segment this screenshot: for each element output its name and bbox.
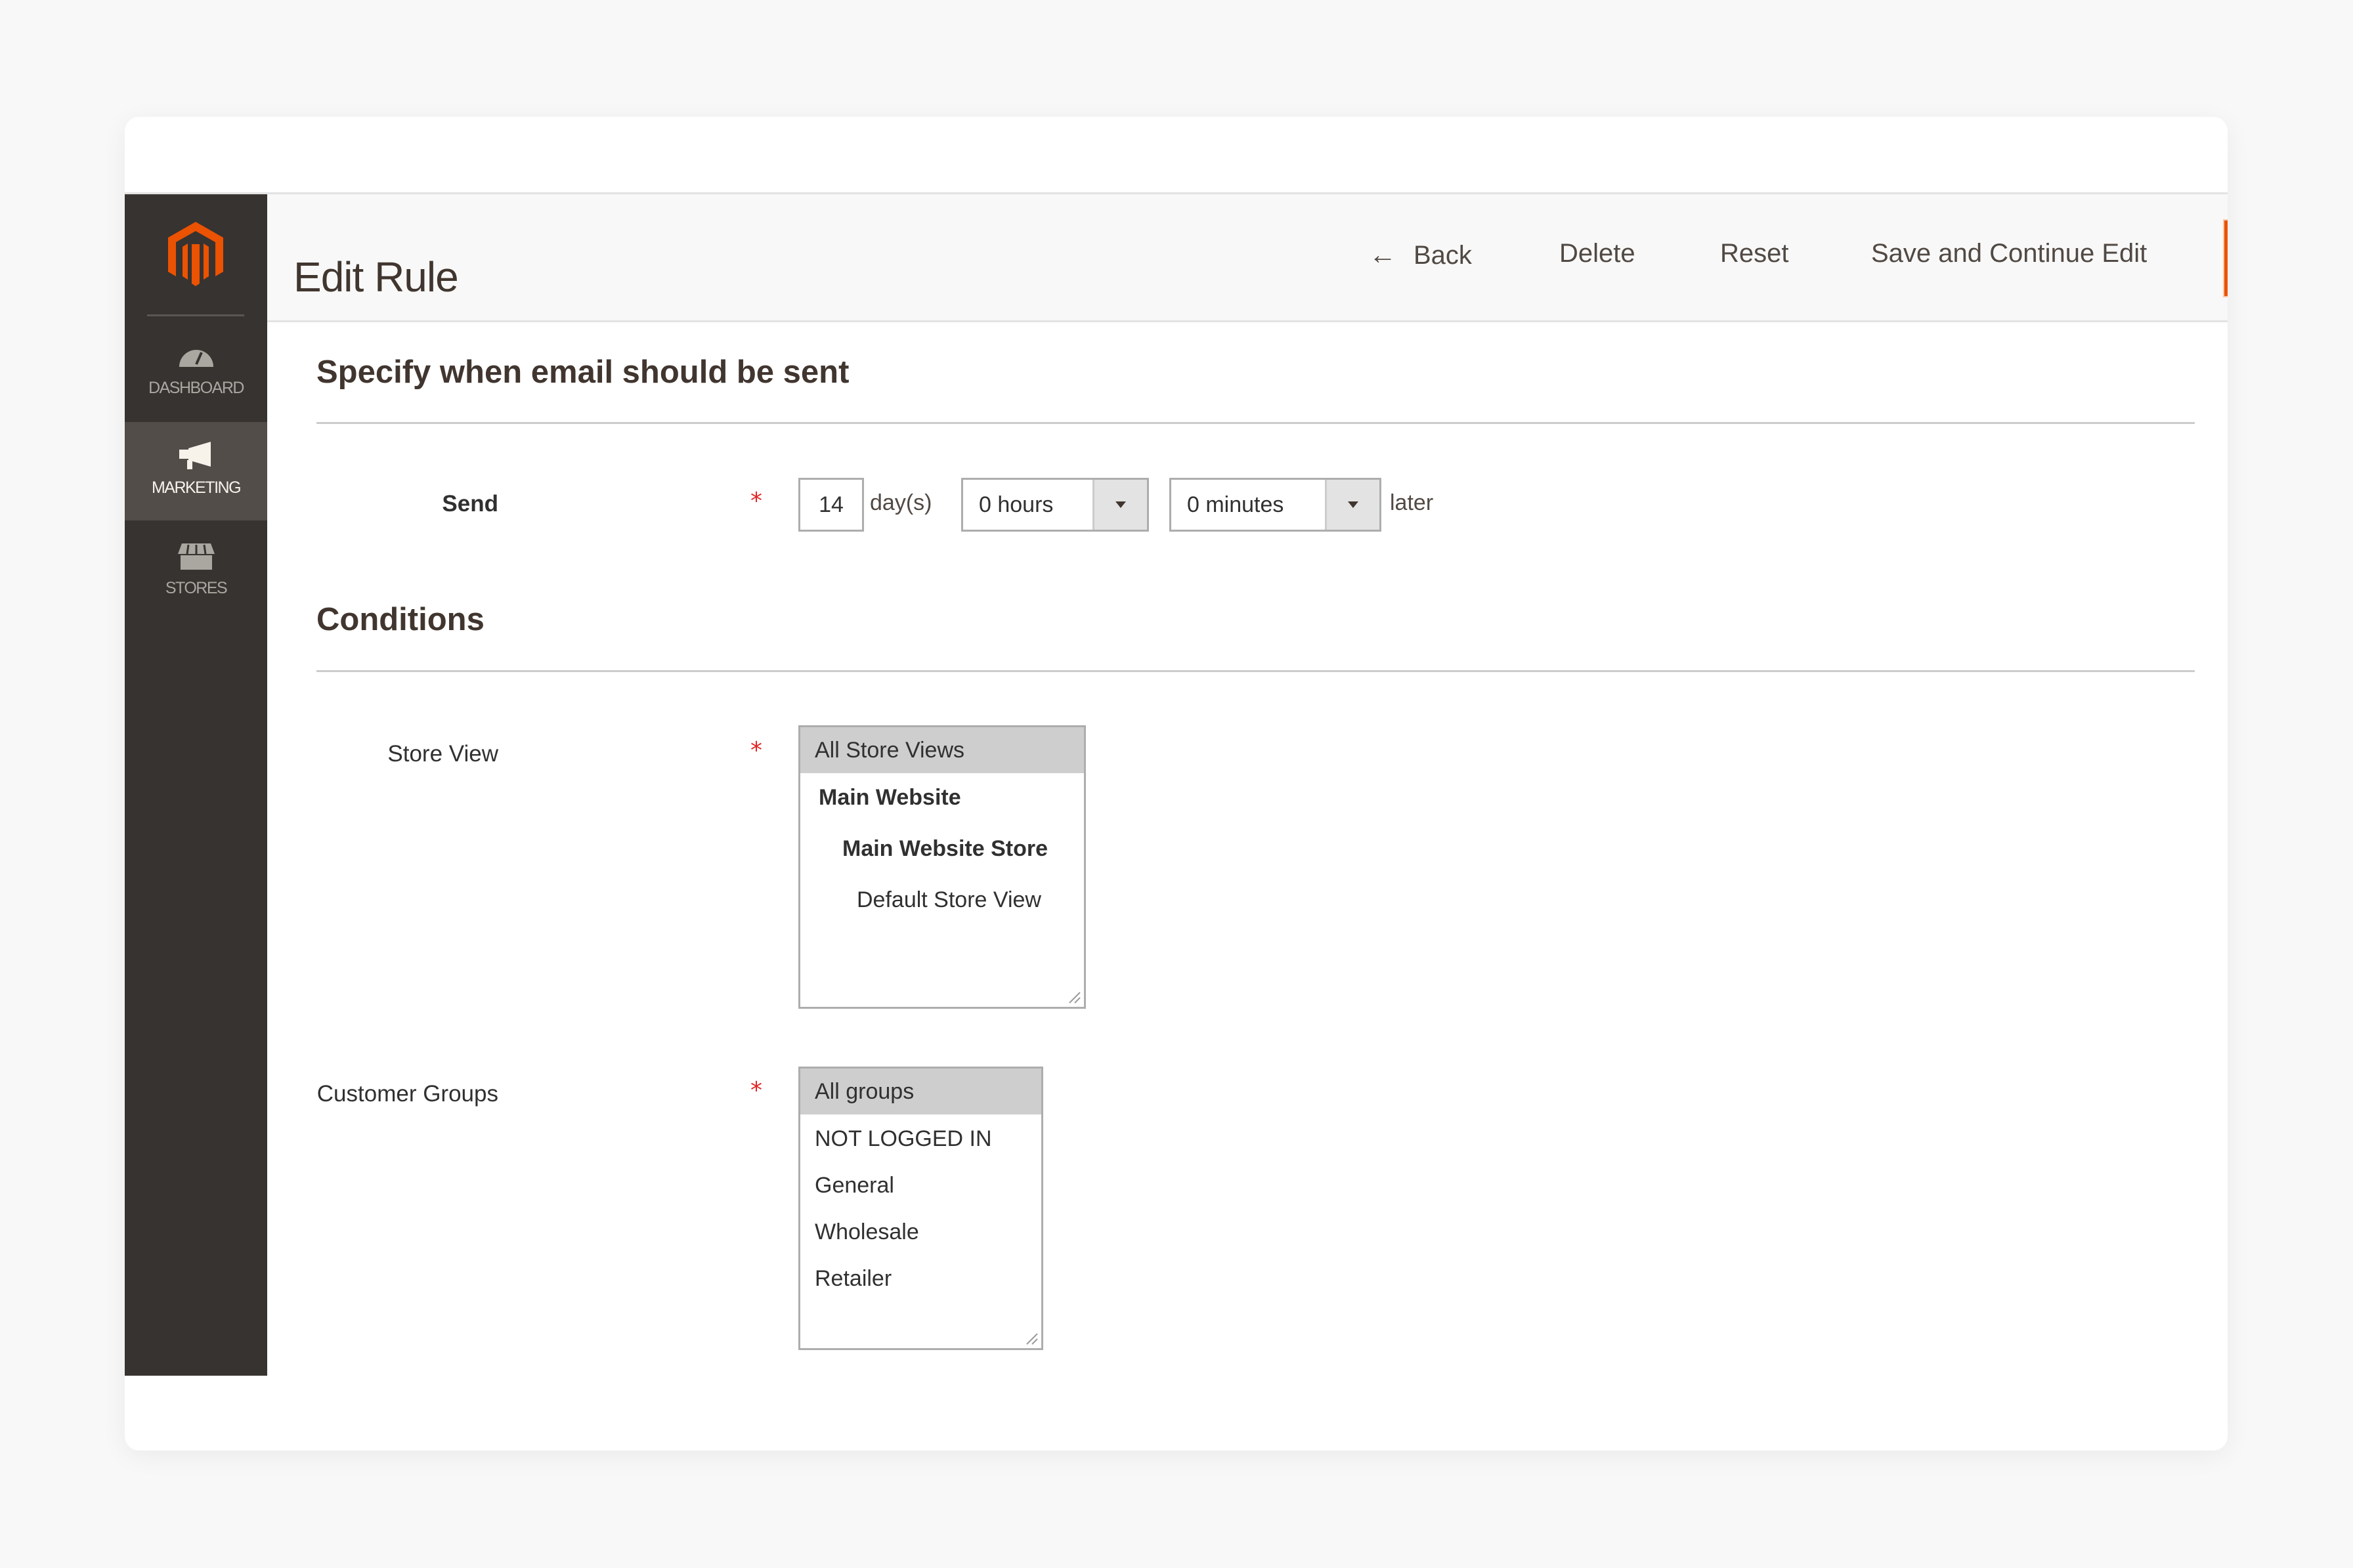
- admin-app: DASHBOARD MARKETING STORES Edit Rule ← B…: [125, 192, 2228, 1376]
- main-content: Specify when email should be sent Send *…: [267, 322, 2228, 1376]
- hours-selected-value: 0 hours: [979, 492, 1054, 517]
- store-view-option[interactable]: All Store Views: [800, 727, 1084, 773]
- sidebar-item-stores[interactable]: STORES: [125, 522, 267, 621]
- days-suffix: day(s): [870, 490, 932, 515]
- chevron-down-icon: [1348, 501, 1358, 508]
- minutes-dropdown-toggle[interactable]: [1325, 480, 1379, 530]
- logo-divider: [147, 314, 244, 316]
- reset-button[interactable]: Reset: [1720, 239, 1789, 268]
- page-title: Edit Rule: [293, 253, 459, 301]
- store-view-option[interactable]: Default Store View: [800, 877, 1084, 923]
- megaphone-icon: [125, 440, 267, 473]
- customer-group-option[interactable]: NOT LOGGED IN: [800, 1116, 1041, 1162]
- store-view-option[interactable]: Main Website Store: [800, 826, 1084, 872]
- required-marker: *: [750, 488, 762, 515]
- page-header: Edit Rule ← Back Delete Reset Save and Co…: [267, 194, 2228, 322]
- chevron-down-icon: [1115, 501, 1126, 508]
- dashboard-gauge-icon: [125, 341, 267, 373]
- hours-dropdown-toggle[interactable]: [1092, 480, 1147, 530]
- send-hours-select[interactable]: 0 hours: [961, 478, 1149, 532]
- required-marker: *: [750, 737, 762, 764]
- customer-group-option[interactable]: Wholesale: [800, 1209, 1041, 1255]
- save-button[interactable]: Save: [2224, 221, 2228, 296]
- send-days-input[interactable]: 14: [798, 478, 864, 532]
- back-button[interactable]: ← Back: [1369, 239, 1472, 270]
- sidebar: DASHBOARD MARKETING STORES: [125, 194, 267, 1376]
- magento-logo-icon[interactable]: [163, 219, 228, 291]
- delete-button[interactable]: Delete: [1559, 239, 1635, 268]
- admin-window: DASHBOARD MARKETING STORES Edit Rule ← B…: [125, 117, 2228, 1451]
- store-view-option[interactable]: Main Website: [800, 774, 1084, 820]
- section-divider: [316, 422, 2195, 424]
- sidebar-item-label: STORES: [165, 579, 228, 597]
- customer-groups-label: Customer Groups: [316, 1081, 498, 1107]
- customer-group-option[interactable]: All groups: [800, 1069, 1041, 1114]
- sidebar-item-marketing[interactable]: MARKETING: [125, 422, 267, 520]
- storefront-icon: [125, 541, 267, 574]
- customer-groups-multiselect[interactable]: All groups NOT LOGGED IN General Wholesa…: [798, 1067, 1043, 1350]
- section-divider: [316, 670, 2195, 672]
- sidebar-item-dashboard[interactable]: DASHBOARD: [125, 322, 267, 421]
- required-marker: *: [750, 1077, 762, 1104]
- sidebar-item-label: DASHBOARD: [148, 379, 244, 397]
- send-minutes-select[interactable]: 0 minutes: [1169, 478, 1381, 532]
- section-title-conditions: Conditions: [316, 602, 485, 637]
- section-title-schedule: Specify when email should be sent: [316, 354, 850, 390]
- minutes-selected-value: 0 minutes: [1187, 492, 1284, 517]
- store-view-label: Store View: [387, 741, 498, 767]
- customer-group-option[interactable]: General: [800, 1162, 1041, 1208]
- arrow-left-icon: ←: [1369, 239, 1396, 270]
- sidebar-item-label: MARKETING: [151, 478, 242, 497]
- back-label: Back: [1414, 241, 1472, 270]
- resize-handle-icon[interactable]: [1023, 1330, 1039, 1346]
- customer-group-option[interactable]: Retailer: [800, 1256, 1041, 1302]
- later-suffix: later: [1390, 490, 1434, 515]
- save-and-continue-edit-button[interactable]: Save and Continue Edit: [1871, 239, 2147, 268]
- store-view-multiselect[interactable]: All Store Views Main Website Main Websit…: [798, 725, 1086, 1009]
- send-label: Send: [442, 491, 498, 517]
- resize-handle-icon[interactable]: [1066, 988, 1081, 1004]
